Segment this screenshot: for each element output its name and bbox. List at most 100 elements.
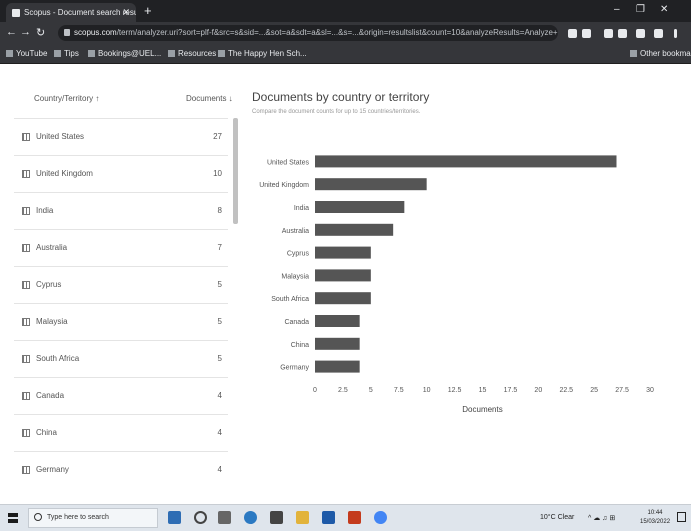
bar <box>315 292 371 305</box>
list-item[interactable]: China 4 <box>14 414 228 451</box>
weather-widget[interactable]: 10°C Clear <box>540 514 574 521</box>
list-item[interactable]: Malaysia 5 <box>14 303 228 340</box>
minimize-button[interactable]: – <box>614 4 620 15</box>
category-label: South Africa <box>271 296 309 303</box>
other-bookmarks[interactable]: Other bookmarks <box>630 49 691 58</box>
chart-title: Documents by country or territory <box>252 90 430 104</box>
taskbar: Type here to search 10°C Clear ^ ☁ ♫ ⊞ 1… <box>0 504 691 531</box>
country-name: United States <box>36 132 85 141</box>
country-name: Australia <box>36 243 68 252</box>
page-content: Country/Territory ↑ Documents ↓ United S… <box>0 64 691 490</box>
file-explorer-icon[interactable] <box>296 511 309 524</box>
folder-icon <box>630 50 637 57</box>
back-icon[interactable]: ← <box>6 26 17 38</box>
widgets-icon[interactable] <box>218 511 231 524</box>
list-item[interactable]: Cyprus 5 <box>14 266 228 303</box>
word-icon[interactable] <box>322 511 335 524</box>
menu-icon[interactable] <box>674 29 677 38</box>
x-tick-label: 30 <box>646 387 654 394</box>
country-count: 27 <box>213 132 222 141</box>
list-item[interactable]: South Africa 5 <box>14 340 228 377</box>
x-tick-label: 22.5 <box>559 387 573 394</box>
task-view-icon[interactable] <box>168 511 181 524</box>
extension-icon[interactable] <box>604 29 613 38</box>
bookmark-icon <box>6 50 13 57</box>
reload-icon[interactable]: ↻ <box>36 26 45 39</box>
search-icon <box>34 513 42 521</box>
documents-column-header[interactable]: Documents ↓ <box>186 94 233 103</box>
bar <box>315 178 427 191</box>
edge-icon[interactable] <box>244 511 257 524</box>
notification-icon[interactable] <box>677 512 686 522</box>
tab-close-icon[interactable]: ✕ <box>122 7 130 18</box>
x-axis-label: Documents <box>462 405 502 414</box>
scopus-favicon-icon <box>12 9 20 17</box>
list-item[interactable]: United States 27 <box>14 118 228 155</box>
x-tick-label: 27.5 <box>615 387 629 394</box>
bookmark-bookings[interactable]: Bookings@UEL... <box>88 49 161 58</box>
bar <box>315 246 371 259</box>
country-count: 5 <box>217 317 222 326</box>
list-item[interactable]: United Kingdom 10 <box>14 155 228 192</box>
bar-chart-icon <box>22 207 30 215</box>
bar <box>315 315 360 327</box>
tray-icons[interactable]: ^ ☁ ♫ ⊞ <box>588 514 615 522</box>
bar-chart-icon <box>22 170 30 178</box>
bar <box>315 360 360 373</box>
address-bar[interactable]: scopus.com/term/analyzer.uri?sort=plf-f&… <box>58 25 558 41</box>
category-label: Canada <box>284 319 309 326</box>
category-label: Australia <box>282 228 309 235</box>
country-name: South Africa <box>36 354 80 363</box>
bar-chart-icon <box>22 281 30 289</box>
profile-icon[interactable] <box>654 29 663 38</box>
new-tab-button[interactable]: + <box>144 3 152 18</box>
country-name: Malaysia <box>36 317 68 326</box>
documents-bar-chart: United States United Kingdom India Australi… <box>259 155 654 414</box>
bar-chart-icon <box>22 355 30 363</box>
country-list: United States 27 United Kingdom 10 India 8 Aus… <box>14 118 228 488</box>
category-label: China <box>291 342 309 349</box>
category-label: Cyprus <box>287 251 310 258</box>
taskbar-search[interactable]: Type here to search <box>28 508 158 528</box>
country-name: Canada <box>36 391 65 400</box>
search-placeholder: Type here to search <box>47 514 109 521</box>
address-toolbar: ← → ↻ scopus.com/term/analyzer.uri?sort=… <box>0 22 691 44</box>
reading-list-icon[interactable] <box>636 29 645 38</box>
category-label: Malaysia <box>281 273 309 280</box>
bar <box>315 201 405 213</box>
bar-chart-icon <box>22 133 30 141</box>
close-window-button[interactable]: ✕ <box>660 4 668 15</box>
country-count: 4 <box>217 391 222 400</box>
bookmark-happy-hen[interactable]: The Happy Hen Sch... <box>218 49 307 58</box>
chrome-icon[interactable] <box>374 511 387 524</box>
country-count: 8 <box>217 206 222 215</box>
category-label: United Kingdom <box>259 182 309 189</box>
powerpoint-icon[interactable] <box>348 511 361 524</box>
country-list-panel: Country/Territory ↑ Documents ↓ United S… <box>14 82 238 490</box>
list-item[interactable]: Canada 4 <box>14 377 228 414</box>
share-icon[interactable] <box>568 29 577 38</box>
bookmark-tips[interactable]: Tips <box>54 49 79 58</box>
forward-icon[interactable]: → <box>20 26 31 38</box>
star-icon[interactable] <box>582 29 591 38</box>
bookmark-resources[interactable]: Resources <box>168 49 216 58</box>
store-icon[interactable] <box>270 511 283 524</box>
clock-date: 15/03/2022 <box>640 519 671 525</box>
list-scrollbar[interactable] <box>233 118 238 224</box>
list-item[interactable]: Australia 7 <box>14 229 228 266</box>
list-item[interactable]: India 8 <box>14 192 228 229</box>
lock-icon <box>64 29 70 36</box>
country-column-header[interactable]: Country/Territory ↑ <box>34 94 99 103</box>
windows-start-icon[interactable] <box>8 513 18 523</box>
bar-chart-icon <box>22 429 30 437</box>
cortana-icon[interactable] <box>194 511 207 524</box>
x-tick-label: 25 <box>590 387 598 394</box>
bookmark-youtube[interactable]: YouTube <box>6 49 47 58</box>
clock[interactable]: 10:44 15/03/2022 <box>640 509 670 527</box>
maximize-button[interactable]: ❐ <box>636 4 645 15</box>
list-item[interactable]: Germany 4 <box>14 451 228 488</box>
puzzle-icon[interactable] <box>618 29 627 38</box>
x-tick-label: 17.5 <box>504 387 518 394</box>
x-tick-label: 20 <box>534 387 542 394</box>
browser-tab[interactable]: Scopus - Document search results | ... ✕ <box>6 3 136 22</box>
